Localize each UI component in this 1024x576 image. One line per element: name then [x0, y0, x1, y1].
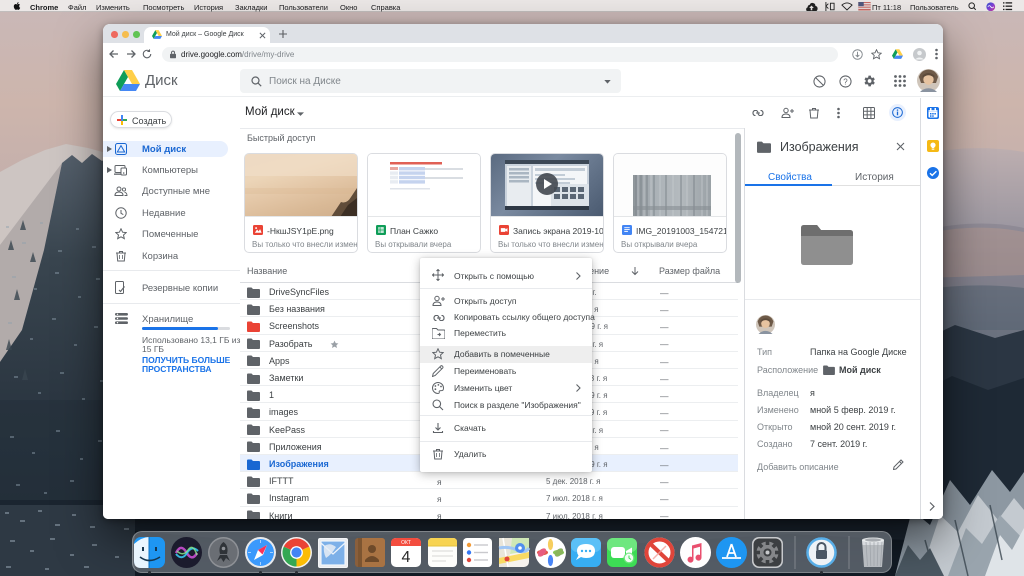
svg-text:4: 4 [402, 549, 411, 566]
svg-text:ОКТ: ОКТ [401, 540, 411, 546]
